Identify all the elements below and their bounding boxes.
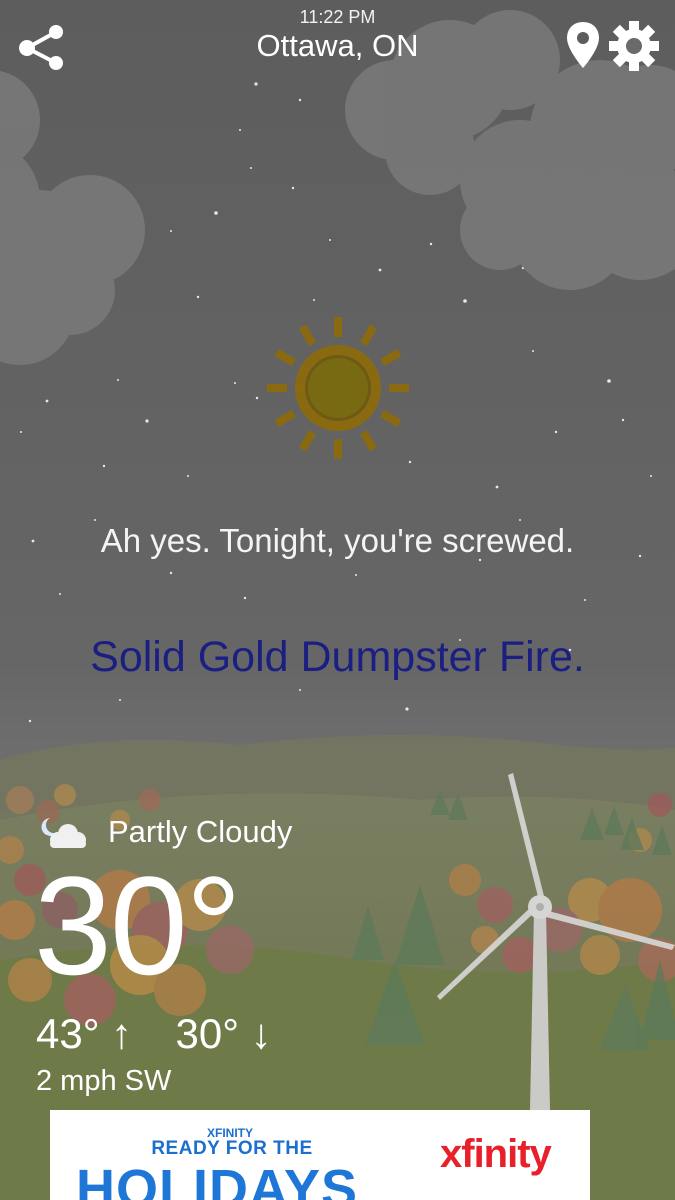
sun-icon	[267, 317, 409, 459]
low-temperature: 30° ↓	[175, 1010, 272, 1057]
location-pin-icon	[567, 22, 599, 68]
high-temperature: 43° ↑	[36, 1010, 133, 1057]
condition-label: Partly Cloudy	[108, 814, 293, 849]
settings-button[interactable]	[606, 20, 662, 72]
high-low-row: 43° ↑ 30° ↓	[36, 1010, 272, 1058]
share-icon	[19, 25, 63, 70]
weather-app-screen: 11:22 PM Ottawa, ON Ah yes. Tonight, you…	[0, 0, 675, 1200]
share-button[interactable]	[14, 18, 70, 74]
location-button[interactable]	[564, 20, 602, 70]
ad-headline: READY FOR THE	[151, 1138, 313, 1159]
forecast-headline: Solid Gold Dumpster Fire.	[90, 633, 585, 681]
ad-brand-logo: xfinity	[440, 1132, 552, 1176]
wind-info: 2 mph SW	[36, 1065, 172, 1097]
tagline-text: Ah yes. Tonight, you're screwed.	[100, 522, 575, 559]
cloud-left	[0, 71, 145, 365]
ad-big-text: HOLIDAYS	[75, 1159, 359, 1200]
ad-banner[interactable]: XFINITY READY FOR THE HOLIDAYS xfinity	[50, 1110, 590, 1200]
current-temperature: 30°	[34, 847, 242, 1004]
gear-icon	[609, 21, 659, 71]
